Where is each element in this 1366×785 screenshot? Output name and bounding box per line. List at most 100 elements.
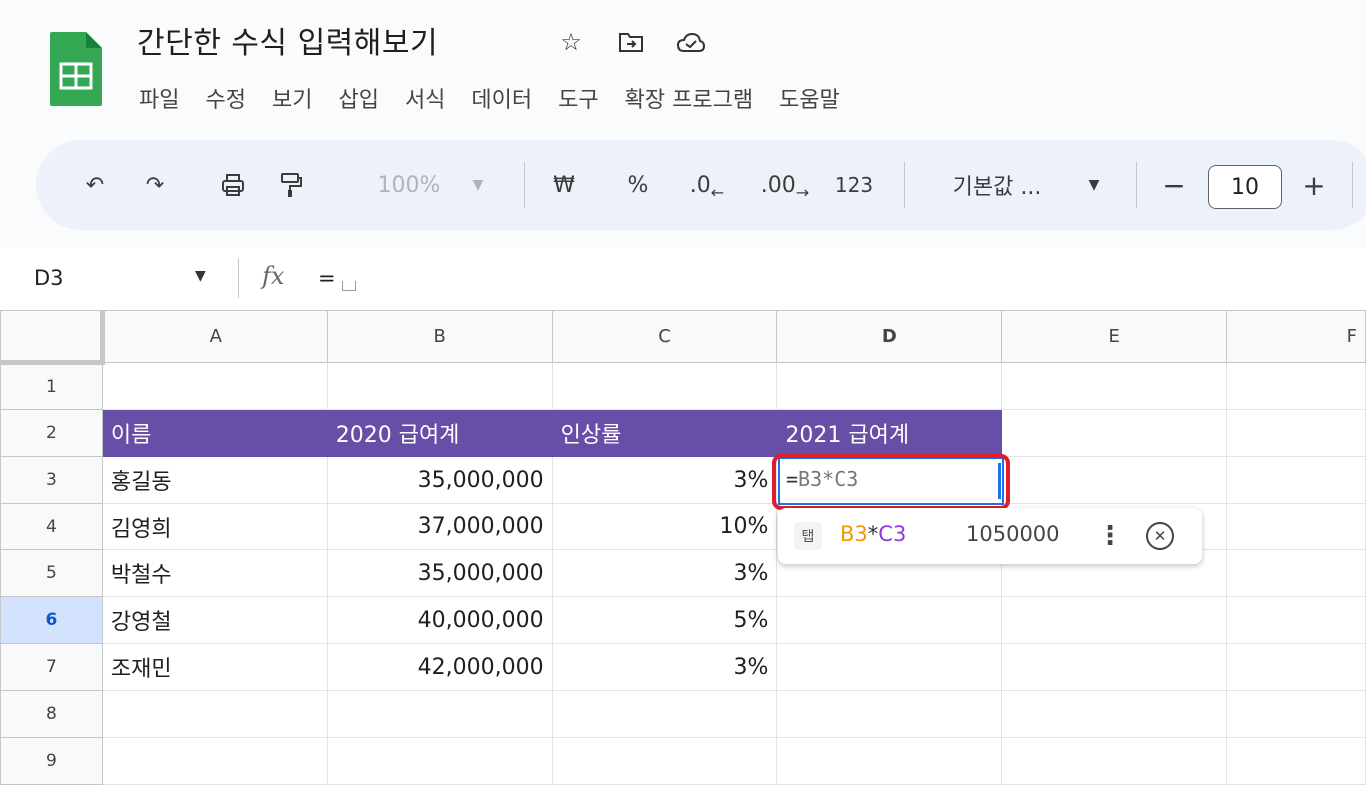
cell[interactable] — [776, 596, 1003, 644]
row-header[interactable]: 4 — [0, 503, 103, 550]
folder-move-icon[interactable] — [615, 26, 647, 58]
column-header-d[interactable]: D — [776, 310, 1003, 363]
select-all-corner[interactable] — [0, 310, 105, 365]
cell[interactable] — [1226, 737, 1366, 785]
sheets-icon[interactable] — [48, 30, 104, 108]
cell[interactable] — [551, 362, 778, 410]
font-select[interactable]: 기본값 ... — [932, 164, 1062, 206]
cell[interactable]: 35,000,000 — [326, 456, 553, 504]
row-header[interactable]: 1 — [0, 362, 103, 410]
formula-input[interactable]: = — [318, 266, 356, 291]
row-header[interactable]: 5 — [0, 549, 103, 597]
document-title[interactable]: 간단한 수식 입력해보기 — [137, 18, 438, 62]
menu-insert[interactable]: 삽입 — [338, 82, 378, 114]
decrease-font-size-button[interactable]: − — [1156, 164, 1192, 206]
cell[interactable] — [776, 690, 1003, 738]
cell[interactable] — [1001, 737, 1228, 785]
cell[interactable] — [1226, 503, 1366, 550]
paint-format-icon[interactable] — [272, 164, 310, 206]
row-header[interactable]: 8 — [0, 690, 103, 738]
menu-tools[interactable]: 도구 — [558, 82, 598, 114]
cell[interactable]: 조재민 — [101, 643, 328, 691]
cell[interactable] — [1226, 362, 1366, 410]
cell[interactable] — [1226, 643, 1366, 691]
star-icon[interactable]: ☆ — [555, 26, 587, 58]
cell[interactable]: 인상률 — [551, 409, 778, 457]
cell[interactable]: 3% — [551, 549, 778, 597]
cell[interactable]: 37,000,000 — [326, 503, 553, 550]
cell[interactable]: 5% — [551, 596, 778, 644]
suggested-formula[interactable]: B3*C3 — [840, 522, 906, 546]
cell[interactable]: 42,000,000 — [326, 643, 553, 691]
cell[interactable] — [1001, 362, 1228, 410]
cell[interactable] — [1001, 456, 1228, 504]
cell[interactable]: 2020 급여계 — [326, 409, 553, 457]
menu-file[interactable]: 파일 — [139, 82, 179, 114]
close-icon[interactable]: ✕ — [1146, 522, 1174, 550]
zoom-select[interactable]: 100% — [364, 164, 454, 206]
cloud-status-icon[interactable] — [675, 26, 707, 58]
column-header-a[interactable]: A — [101, 310, 328, 363]
cell[interactable] — [1226, 596, 1366, 644]
cell[interactable] — [326, 362, 553, 410]
cell[interactable]: 강영철 — [101, 596, 328, 644]
cell[interactable] — [1001, 596, 1228, 644]
column-header-b[interactable]: B — [326, 310, 553, 363]
decrease-decimal-button[interactable]: .0 ← — [682, 164, 732, 206]
more-options-icon[interactable]: ⋮ — [1097, 518, 1123, 554]
cell[interactable] — [551, 737, 778, 785]
increase-decimal-button[interactable]: .00 → — [756, 164, 814, 206]
name-box-dropdown-icon[interactable]: ▼ — [195, 268, 206, 284]
cell[interactable] — [776, 737, 1003, 785]
row-header[interactable]: 9 — [0, 737, 103, 785]
formula-suggestion-popup[interactable]: 탭 B3*C3 1050000 ⋮ ✕ — [778, 508, 1202, 564]
column-header-e[interactable]: E — [1001, 310, 1228, 363]
cell[interactable] — [1226, 690, 1366, 738]
cell[interactable]: 김영희 — [101, 503, 328, 550]
zoom-dropdown-icon[interactable]: ▼ — [466, 164, 490, 206]
cell[interactable]: 3% — [551, 643, 778, 691]
name-box[interactable]: D3 — [34, 266, 64, 290]
cell[interactable] — [101, 362, 328, 410]
cell[interactable] — [101, 737, 328, 785]
menu-help[interactable]: 도움말 — [779, 82, 840, 114]
undo-icon[interactable]: ↶ — [76, 164, 114, 206]
cell[interactable] — [1226, 409, 1366, 457]
number-format-button[interactable]: 123 — [828, 164, 880, 206]
menu-format[interactable]: 서식 — [405, 82, 445, 114]
cell[interactable] — [1226, 456, 1366, 504]
column-header-f[interactable]: F — [1226, 310, 1366, 363]
cell[interactable] — [101, 690, 328, 738]
cell[interactable]: 10% — [551, 503, 778, 550]
currency-format-button[interactable]: ₩ — [546, 164, 582, 206]
row-header[interactable]: 6 — [0, 596, 103, 644]
cell[interactable] — [1001, 409, 1228, 457]
cell[interactable]: 40,000,000 — [326, 596, 553, 644]
cell[interactable] — [776, 362, 1003, 410]
row-header[interactable]: 2 — [0, 409, 103, 457]
cell[interactable]: 35,000,000 — [326, 549, 553, 597]
print-icon[interactable] — [214, 164, 252, 206]
menu-edit[interactable]: 수정 — [205, 82, 245, 114]
cell[interactable] — [326, 690, 553, 738]
cell[interactable] — [1001, 690, 1228, 738]
row-header[interactable]: 7 — [0, 643, 103, 691]
cell[interactable] — [1001, 643, 1228, 691]
menu-extensions[interactable]: 확장 프로그램 — [625, 82, 753, 114]
cell[interactable] — [326, 737, 553, 785]
cell[interactable]: 3% — [551, 456, 778, 504]
cell[interactable] — [776, 643, 1003, 691]
cell[interactable] — [1226, 549, 1366, 597]
menu-data[interactable]: 데이터 — [471, 82, 532, 114]
increase-font-size-button[interactable]: + — [1296, 164, 1332, 206]
menu-view[interactable]: 보기 — [272, 82, 312, 114]
row-header[interactable]: 3 — [0, 456, 103, 504]
cell[interactable] — [551, 690, 778, 738]
font-size-input[interactable]: 10 — [1208, 165, 1282, 209]
font-dropdown-icon[interactable]: ▼ — [1082, 164, 1106, 206]
column-header-c[interactable]: C — [551, 310, 778, 363]
cell[interactable]: 홍길동 — [101, 456, 328, 504]
cell[interactable]: 이름 — [101, 409, 328, 457]
cell[interactable]: 박철수 — [101, 549, 328, 597]
percent-format-button[interactable]: % — [620, 164, 656, 206]
